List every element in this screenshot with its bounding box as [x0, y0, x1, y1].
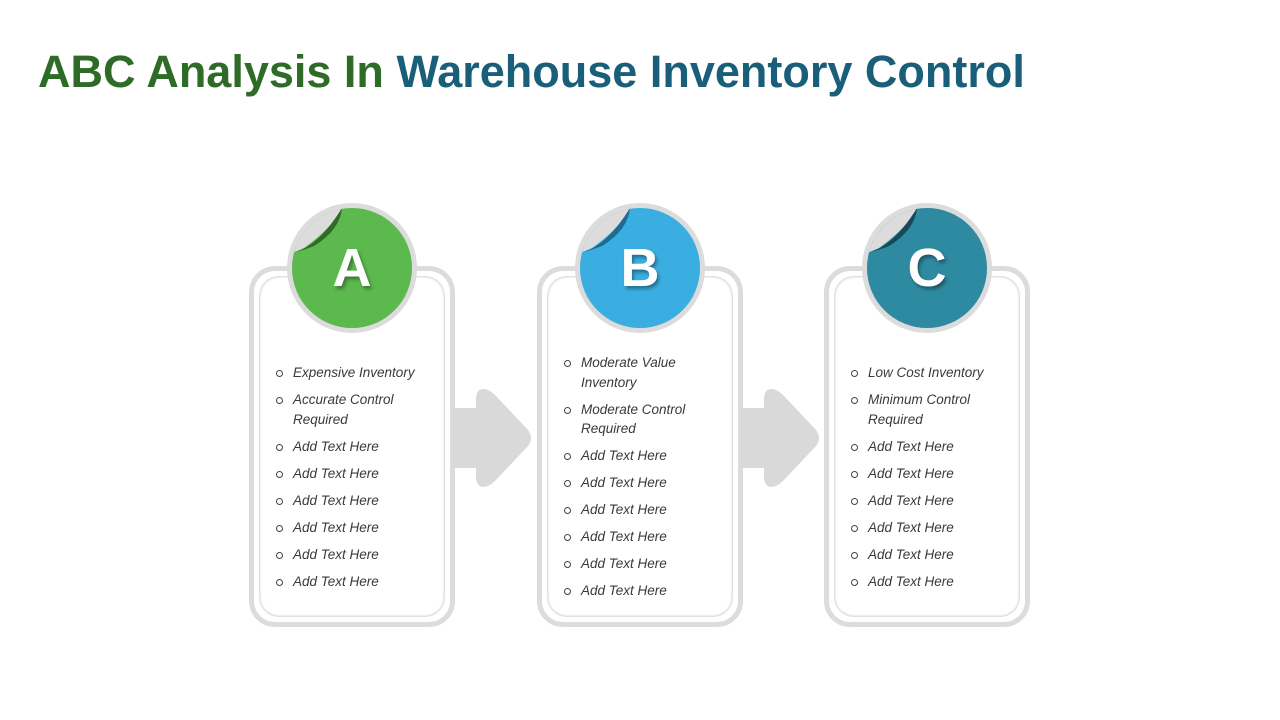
circle-bullet-icon — [276, 497, 283, 505]
circle-bullet-icon — [276, 551, 283, 559]
list-item: Add Text Here — [563, 527, 733, 547]
list-item: Add Text Here — [275, 545, 445, 565]
list-item: Moderate Value Inventory — [563, 353, 733, 392]
bullet-list: Moderate Value Inventory Moderate Contro… — [563, 353, 733, 608]
list-item: Low Cost Inventory — [850, 363, 1020, 383]
list-item: Minimum Control Required — [850, 390, 1020, 429]
card-c: C Low Cost Inventory Minimum Control Req… — [824, 203, 1030, 627]
list-item: Add Text Here — [850, 464, 1020, 484]
list-item: Add Text Here — [850, 491, 1020, 511]
circle-bullet-icon — [564, 360, 571, 367]
right-arrow-icon — [452, 389, 531, 487]
card-a: A Expensive Inventory Accurate Control R… — [249, 203, 455, 627]
list-item: Add Text Here — [563, 554, 733, 574]
circle-bullet-icon — [851, 370, 858, 377]
list-item: Add Text Here — [850, 572, 1020, 592]
right-arrow-icon — [740, 389, 819, 487]
circle-bullet-icon — [276, 370, 283, 377]
badge-letter: A — [332, 238, 372, 298]
circle-bullet-icon — [851, 470, 858, 478]
list-item: Add Text Here — [850, 437, 1020, 457]
circle-bullet-icon — [851, 524, 858, 532]
list-item: Add Text Here — [275, 464, 445, 484]
circle-bullet-icon — [276, 470, 283, 478]
list-item: Add Text Here — [275, 437, 445, 457]
circle-bullet-icon — [564, 588, 571, 595]
list-item: Add Text Here — [275, 518, 445, 538]
list-item: Add Text Here — [275, 491, 445, 511]
list-item: Add Text Here — [275, 572, 445, 592]
circle-bullet-icon — [851, 443, 858, 451]
list-item: Add Text Here — [563, 581, 733, 601]
badge-letter: C — [907, 238, 947, 298]
list-item: Add Text Here — [850, 518, 1020, 538]
circle-bullet-icon — [851, 397, 858, 404]
title-part-warehouse: Warehouse Inventory Control — [396, 46, 1025, 97]
list-item: Add Text Here — [563, 500, 733, 520]
badge-b: B — [580, 208, 700, 328]
list-item: Add Text Here — [563, 446, 733, 466]
list-item: Accurate Control Required — [275, 390, 445, 429]
badge-a: A — [292, 208, 412, 328]
bullet-list: Expensive Inventory Accurate Control Req… — [275, 363, 445, 599]
title-part-abc: ABC Analysis In — [38, 46, 384, 97]
circle-bullet-icon — [276, 443, 283, 451]
circle-bullet-icon — [564, 507, 571, 514]
circle-bullet-icon — [564, 534, 571, 541]
bullet-list: Low Cost Inventory Minimum Control Requi… — [850, 363, 1020, 599]
circle-bullet-icon — [851, 551, 858, 559]
circle-bullet-icon — [851, 578, 858, 586]
badge-letter: B — [620, 238, 660, 298]
circle-bullet-icon — [276, 397, 283, 404]
badge-c: C — [867, 208, 987, 328]
circle-bullet-icon — [276, 524, 283, 532]
circle-bullet-icon — [851, 497, 858, 505]
card-b: B Moderate Value Inventory Moderate Cont… — [537, 203, 743, 627]
list-item: Moderate Control Required — [563, 400, 733, 439]
circle-bullet-icon — [276, 578, 283, 586]
circle-bullet-icon — [564, 406, 571, 414]
list-item: Add Text Here — [850, 545, 1020, 565]
circle-bullet-icon — [564, 480, 571, 487]
circle-bullet-icon — [564, 453, 571, 460]
list-item: Add Text Here — [563, 473, 733, 493]
circle-bullet-icon — [564, 561, 571, 568]
list-item: Expensive Inventory — [275, 363, 445, 383]
slide-title: ABC Analysis In Warehouse Inventory Cont… — [38, 46, 1025, 98]
